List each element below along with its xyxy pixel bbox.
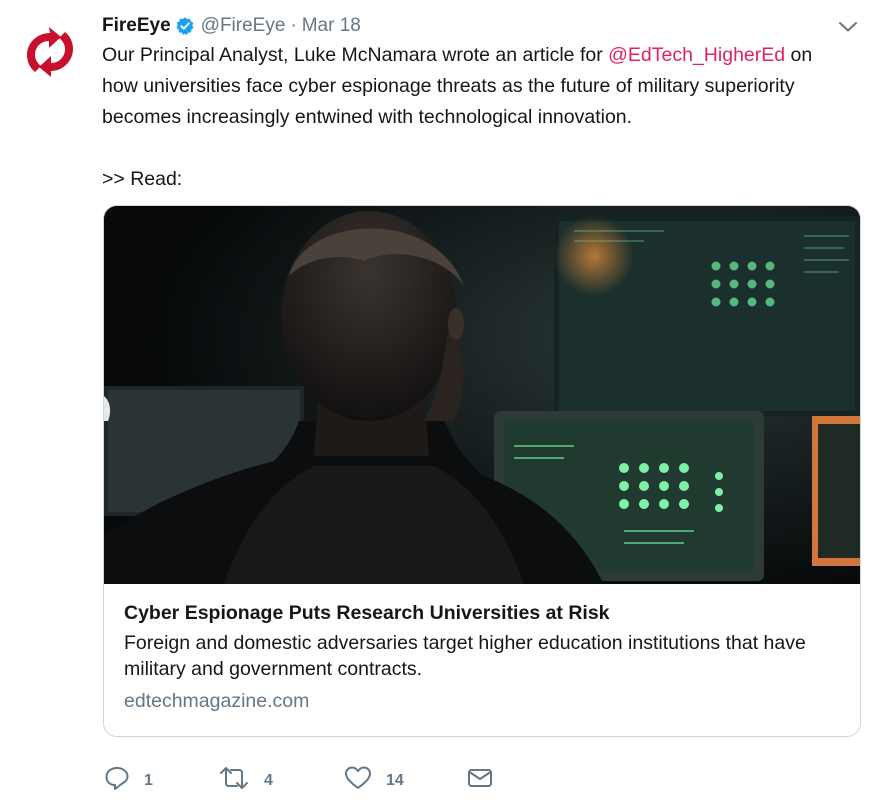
retweet-button[interactable]: 4 — [218, 762, 273, 794]
like-count: 14 — [386, 772, 404, 789]
card-description: Foreign and domestic adversaries target … — [124, 632, 806, 680]
card-domain: edtechmagazine.com — [124, 690, 310, 712]
tweet-header: FireEye @FireEye · Mar 18 — [102, 12, 361, 40]
tweet-text-part: Our Principal Analyst, Luke McNamara wro… — [102, 44, 609, 66]
avatar[interactable] — [21, 22, 79, 80]
reply-count: 1 — [144, 772, 153, 789]
timestamp[interactable]: Mar 18 — [302, 15, 361, 37]
retweet-icon — [220, 767, 248, 789]
tweet-text: Our Principal Analyst, Luke McNamara wro… — [102, 40, 852, 195]
like-button[interactable]: 14 — [344, 762, 404, 794]
reply-button[interactable]: 1 — [104, 762, 153, 794]
user-handle[interactable]: @FireEye — [201, 15, 286, 37]
verified-badge-icon — [175, 16, 195, 36]
mention-link[interactable]: @EdTech_HigherEd — [608, 44, 785, 66]
heart-icon — [345, 766, 371, 789]
tweet[interactable]: FireEye @FireEye · Mar 18 Our Principal … — [0, 0, 876, 804]
tweet-actions: 1 4 14 — [104, 762, 524, 794]
read-line: >> Read: — [102, 168, 183, 190]
retweet-count: 4 — [264, 772, 273, 789]
reply-icon — [105, 767, 129, 790]
card-content: Cyber Espionage Puts Research Universiti… — [124, 598, 844, 714]
card-title[interactable]: Cyber Espionage Puts Research Universiti… — [124, 598, 844, 628]
more-options-chevron-down-icon[interactable] — [836, 18, 860, 36]
direct-message-button[interactable] — [467, 762, 493, 794]
display-name[interactable]: FireEye — [102, 15, 171, 37]
envelope-icon — [468, 769, 492, 787]
separator-dot: · — [290, 15, 297, 36]
fireeye-logo-icon — [21, 22, 79, 80]
hacker-at-computers-photo — [104, 206, 860, 584]
link-card[interactable]: Cyber Espionage Puts Research Universiti… — [103, 205, 861, 737]
